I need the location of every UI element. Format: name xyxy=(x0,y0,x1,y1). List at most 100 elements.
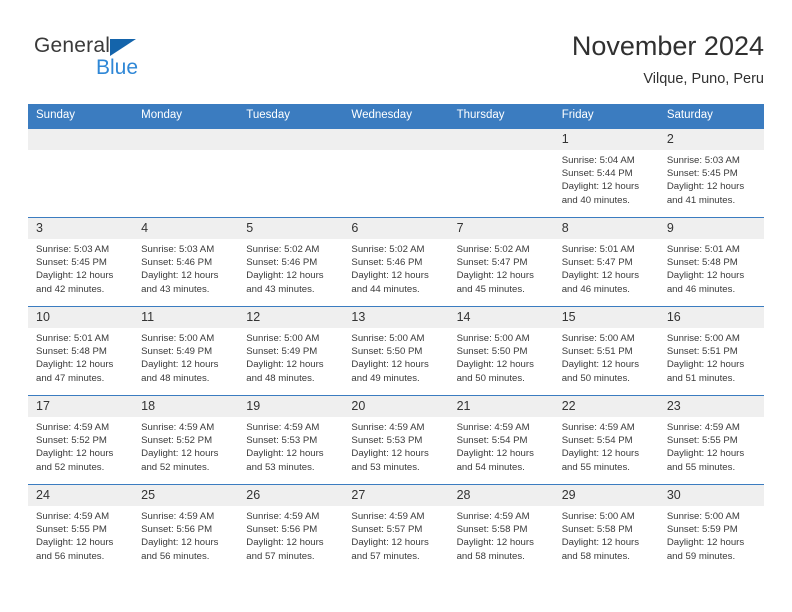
calendar-day-cell[interactable]: 17 Sunrise: 4:59 AM Sunset: 5:52 PM Dayligh… xyxy=(28,395,134,485)
page-header: General Blue November 2024 Vilque, Puno,… xyxy=(28,30,764,98)
daylight-text: Daylight: 12 hours and 50 minutes. xyxy=(561,359,640,384)
calendar-day-cell[interactable]: 14 Sunrise: 5:00 AM Sunset: 5:50 PM Dayligh… xyxy=(448,306,554,396)
sunset-text: Sunset: 5:56 PM xyxy=(246,524,318,536)
sunrise-text: Sunrise: 4:59 AM xyxy=(36,422,110,433)
calendar-day-cell[interactable]: 7 Sunrise: 5:02 AM Sunset: 5:47 PM Daylight… xyxy=(448,217,554,307)
day-number xyxy=(238,129,344,150)
day-number: 14 xyxy=(448,307,554,328)
day-number: 8 xyxy=(553,218,659,239)
sunset-text: Sunset: 5:57 PM xyxy=(351,524,423,536)
day-sun-details: Sunrise: 5:00 AM Sunset: 5:58 PM Daylight:… xyxy=(554,506,659,563)
day-sun-details: Sunrise: 5:02 AM Sunset: 5:46 PM Daylight:… xyxy=(238,239,343,296)
calendar-day-cell[interactable]: 28 Sunrise: 4:59 AM Sunset: 5:58 PM Dayligh… xyxy=(448,484,554,573)
sunset-text: Sunset: 5:48 PM xyxy=(666,257,738,269)
day-sun-details: Sunrise: 4:59 AM Sunset: 5:56 PM Daylight:… xyxy=(238,506,343,563)
sunset-text: Sunset: 5:52 PM xyxy=(141,435,213,447)
calendar-day-cell[interactable]: 12 Sunrise: 5:00 AM Sunset: 5:49 PM Dayligh… xyxy=(238,306,344,396)
calendar-day-cell[interactable]: 9 Sunrise: 5:01 AM Sunset: 5:48 PM Daylight… xyxy=(658,217,764,307)
calendar-cell-empty xyxy=(28,128,134,218)
day-sun-details: Sunrise: 5:00 AM Sunset: 5:51 PM Daylight:… xyxy=(659,328,764,385)
calendar-day-cell[interactable]: 15 Sunrise: 5:00 AM Sunset: 5:51 PM Dayligh… xyxy=(553,306,659,396)
day-sun-details: Sunrise: 5:01 AM Sunset: 5:47 PM Daylight:… xyxy=(554,239,659,296)
day-number: 19 xyxy=(238,396,344,417)
sunrise-text: Sunrise: 5:02 AM xyxy=(246,244,320,255)
calendar-day-cell[interactable]: 10 Sunrise: 5:01 AM Sunset: 5:48 PM Dayligh… xyxy=(28,306,134,396)
daylight-text: Daylight: 12 hours and 46 minutes. xyxy=(666,270,745,295)
title-block: November 2024 Vilque, Puno, Peru xyxy=(572,30,764,90)
sunset-text: Sunset: 5:49 PM xyxy=(246,346,318,358)
day-number: 13 xyxy=(343,307,449,328)
sunrise-text: Sunrise: 5:02 AM xyxy=(456,244,530,255)
calendar-day-cell[interactable]: 8 Sunrise: 5:01 AM Sunset: 5:47 PM Daylight… xyxy=(553,217,659,307)
day-sun-details: Sunrise: 4:59 AM Sunset: 5:58 PM Daylight:… xyxy=(449,506,554,563)
sunrise-text: Sunrise: 4:59 AM xyxy=(246,511,320,522)
daylight-text: Daylight: 12 hours and 43 minutes. xyxy=(141,270,219,295)
sunset-text: Sunset: 5:51 PM xyxy=(666,346,738,358)
daylight-text: Daylight: 12 hours and 59 minutes. xyxy=(666,537,745,562)
calendar-day-cell[interactable]: 6 Sunrise: 5:02 AM Sunset: 5:46 PM Daylight… xyxy=(343,217,449,307)
calendar-day-cell[interactable]: 11 Sunrise: 5:00 AM Sunset: 5:49 PM Dayligh… xyxy=(133,306,239,396)
calendar-cell-empty xyxy=(343,128,449,218)
calendar-day-cell[interactable]: 19 Sunrise: 4:59 AM Sunset: 5:53 PM Dayligh… xyxy=(238,395,344,485)
day-number: 11 xyxy=(133,307,239,328)
day-number xyxy=(343,129,449,150)
daylight-text: Daylight: 12 hours and 48 minutes. xyxy=(246,359,324,384)
day-number: 21 xyxy=(448,396,554,417)
day-number: 22 xyxy=(553,396,659,417)
calendar-page: General Blue November 2024 Vilque, Puno,… xyxy=(0,0,792,612)
sunset-text: Sunset: 5:56 PM xyxy=(141,524,213,536)
general-blue-logo: General Blue xyxy=(34,34,234,90)
daylight-text: Daylight: 12 hours and 46 minutes. xyxy=(561,270,640,295)
day-number: 10 xyxy=(28,307,134,328)
sunset-text: Sunset: 5:47 PM xyxy=(561,257,633,269)
daylight-text: Daylight: 12 hours and 51 minutes. xyxy=(666,359,745,384)
weekday-header-saturday: Saturday xyxy=(658,104,764,129)
calendar-day-cell[interactable]: 21 Sunrise: 4:59 AM Sunset: 5:54 PM Dayligh… xyxy=(448,395,554,485)
calendar-day-cell[interactable]: 1 Sunrise: 5:04 AM Sunset: 5:44 PM Daylight… xyxy=(553,128,659,218)
calendar-day-cell[interactable]: 25 Sunrise: 4:59 AM Sunset: 5:56 PM Dayligh… xyxy=(133,484,239,573)
sunrise-text: Sunrise: 4:59 AM xyxy=(666,422,740,433)
daylight-text: Daylight: 12 hours and 55 minutes. xyxy=(561,448,640,473)
daylight-text: Daylight: 12 hours and 45 minutes. xyxy=(456,270,534,295)
calendar-day-cell[interactable]: 3 Sunrise: 5:03 AM Sunset: 5:45 PM Daylight… xyxy=(28,217,134,307)
daylight-text: Daylight: 12 hours and 55 minutes. xyxy=(666,448,745,473)
calendar-week-row: 3 Sunrise: 5:03 AM Sunset: 5:45 PM Daylight… xyxy=(28,217,764,307)
daylight-text: Daylight: 12 hours and 57 minutes. xyxy=(246,537,324,562)
sunset-text: Sunset: 5:49 PM xyxy=(141,346,213,358)
calendar-day-cell[interactable]: 13 Sunrise: 5:00 AM Sunset: 5:50 PM Dayligh… xyxy=(343,306,449,396)
calendar-day-cell[interactable]: 29 Sunrise: 5:00 AM Sunset: 5:58 PM Dayligh… xyxy=(553,484,659,573)
sunrise-text: Sunrise: 5:00 AM xyxy=(561,333,635,344)
calendar-day-cell[interactable]: 4 Sunrise: 5:03 AM Sunset: 5:46 PM Daylight… xyxy=(133,217,239,307)
calendar-day-cell[interactable]: 20 Sunrise: 4:59 AM Sunset: 5:53 PM Dayligh… xyxy=(343,395,449,485)
calendar-day-cell[interactable]: 16 Sunrise: 5:00 AM Sunset: 5:51 PM Dayligh… xyxy=(658,306,764,396)
calendar-day-cell[interactable]: 18 Sunrise: 4:59 AM Sunset: 5:52 PM Dayligh… xyxy=(133,395,239,485)
calendar-day-cell[interactable]: 26 Sunrise: 4:59 AM Sunset: 5:56 PM Dayligh… xyxy=(238,484,344,573)
day-number: 1 xyxy=(553,129,659,150)
calendar-day-cell[interactable]: 2 Sunrise: 5:03 AM Sunset: 5:45 PM Daylight… xyxy=(658,128,764,218)
day-number: 23 xyxy=(658,396,764,417)
calendar-day-cell[interactable]: 27 Sunrise: 4:59 AM Sunset: 5:57 PM Dayligh… xyxy=(343,484,449,573)
calendar-week-row: 24 Sunrise: 4:59 AM Sunset: 5:55 PM Dayligh… xyxy=(28,484,764,573)
weekday-header-monday: Monday xyxy=(133,104,239,129)
sunset-text: Sunset: 5:58 PM xyxy=(561,524,633,536)
daylight-text: Daylight: 12 hours and 40 minutes. xyxy=(561,181,640,206)
logo-text-general: General xyxy=(34,34,111,57)
sunrise-text: Sunrise: 5:03 AM xyxy=(666,155,740,166)
sunrise-text: Sunrise: 4:59 AM xyxy=(141,422,215,433)
day-sun-details: Sunrise: 5:03 AM Sunset: 5:45 PM Daylight:… xyxy=(659,150,764,207)
sunset-text: Sunset: 5:48 PM xyxy=(36,346,107,358)
day-number: 7 xyxy=(448,218,554,239)
daylight-text: Daylight: 12 hours and 53 minutes. xyxy=(246,448,324,473)
calendar-day-cell[interactable]: 22 Sunrise: 4:59 AM Sunset: 5:54 PM Dayligh… xyxy=(553,395,659,485)
day-sun-details: Sunrise: 5:01 AM Sunset: 5:48 PM Daylight:… xyxy=(659,239,764,296)
calendar-day-cell[interactable]: 30 Sunrise: 5:00 AM Sunset: 5:59 PM Dayligh… xyxy=(658,484,764,573)
calendar-day-cell[interactable]: 23 Sunrise: 4:59 AM Sunset: 5:55 PM Dayligh… xyxy=(658,395,764,485)
calendar-day-cell[interactable]: 5 Sunrise: 5:02 AM Sunset: 5:46 PM Daylight… xyxy=(238,217,344,307)
sunset-text: Sunset: 5:46 PM xyxy=(351,257,423,269)
daylight-text: Daylight: 12 hours and 58 minutes. xyxy=(456,537,534,562)
day-sun-details: Sunrise: 4:59 AM Sunset: 5:57 PM Daylight:… xyxy=(343,506,448,563)
day-sun-details: Sunrise: 5:00 AM Sunset: 5:51 PM Daylight:… xyxy=(554,328,659,385)
day-number xyxy=(133,129,239,150)
calendar-day-cell[interactable]: 24 Sunrise: 4:59 AM Sunset: 5:55 PM Dayligh… xyxy=(28,484,134,573)
weekday-header-wednesday: Wednesday xyxy=(343,104,449,129)
